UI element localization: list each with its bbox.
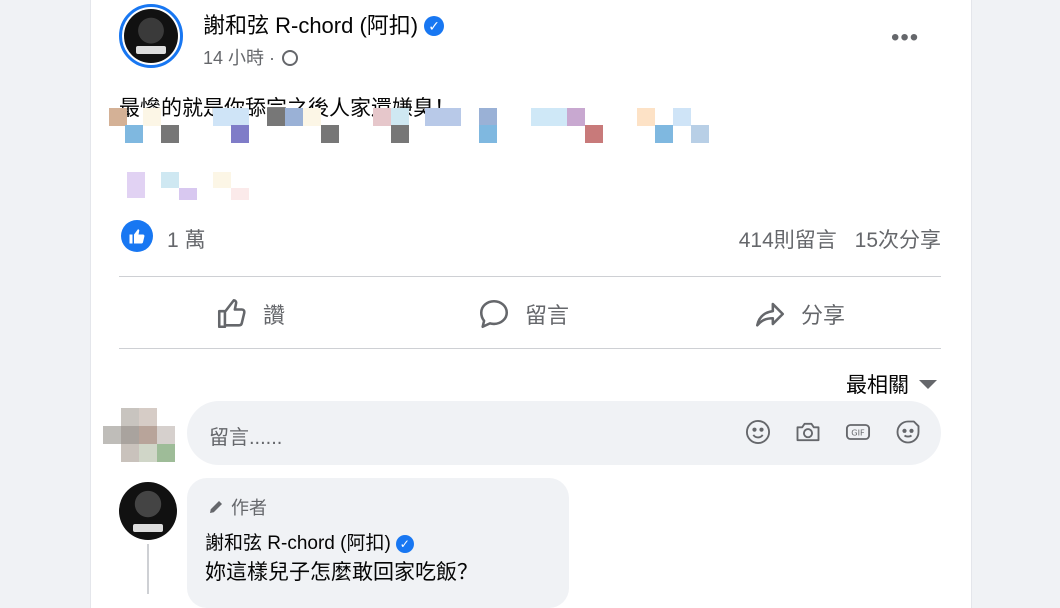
emoji-icon[interactable] [743,417,773,447]
share-count[interactable]: 15次分享 [855,229,941,252]
like-label: 讚 [263,303,286,328]
thread-line [147,544,149,594]
reaction-count[interactable]: 1 萬 [167,224,206,254]
reply-bubble: 作者 謝和弦 R-chord (阿扣) ✓ 妳這樣兒子怎麼敢回家吃飯？ [187,478,569,608]
comment-tools: GIF [743,417,923,447]
like-button[interactable]: 讚 [215,294,285,334]
sort-label: 最相關 [846,374,909,397]
post-meta: 14 小時 · [203,44,299,70]
comment-sort-dropdown[interactable]: 最相關 [846,369,937,399]
more-options-icon[interactable]: ••• [891,24,919,52]
reply-text: 妳這樣兒子怎麼敢回家吃飯？ [205,561,478,584]
comment-count[interactable]: 414則留言 [739,229,837,252]
thumbs-up-icon [217,298,246,329]
divider [119,276,941,277]
post-card: 謝和弦 R-chord (阿扣)✓ 14 小時 · ••• 最慘的就是你舔完之後… [90,0,972,608]
author-badge-label: 作者 [231,498,267,518]
sticker-icon[interactable] [893,417,923,447]
comment-icon [479,299,509,329]
svg-text:GIF: GIF [851,428,865,438]
share-label: 分享 [801,303,846,328]
reply-author[interactable]: 謝和弦 R-chord (阿扣) ✓ [205,528,414,555]
comment-button[interactable]: 留言 [477,294,569,334]
verified-icon: ✓ [424,16,445,36]
camera-icon[interactable] [793,417,823,447]
author-badge: 作者 [207,494,267,520]
caret-down-icon [919,379,937,389]
verified-icon: ✓ [395,535,414,553]
share-button[interactable]: 分享 [753,294,845,334]
gif-icon[interactable]: GIF [843,417,873,447]
divider [119,348,941,349]
comment-label: 留言 [525,303,570,328]
author-avatar[interactable] [119,4,183,68]
comment-placeholder: 留言...... [209,427,283,449]
reply-author-avatar[interactable] [119,482,177,540]
post-author-name[interactable]: 謝和弦 R-chord (阿扣) [203,13,418,38]
share-icon [755,302,785,327]
like-reaction-icon[interactable] [121,220,153,252]
post-time[interactable]: 14 小時 [203,48,264,68]
viewer-avatar [103,408,175,464]
reply-author-name[interactable]: 謝和弦 R-chord (阿扣) [205,533,391,554]
globe-icon [282,50,299,66]
engagement-counts: 414則留言 15次分享 [739,224,941,254]
avatar-image [124,9,178,63]
meta-separator: · [269,48,276,68]
post-author[interactable]: 謝和弦 R-chord (阿扣) ✓ [203,8,445,40]
pen-icon [210,501,222,513]
comment-input[interactable]: 留言...... GIF [187,401,941,465]
